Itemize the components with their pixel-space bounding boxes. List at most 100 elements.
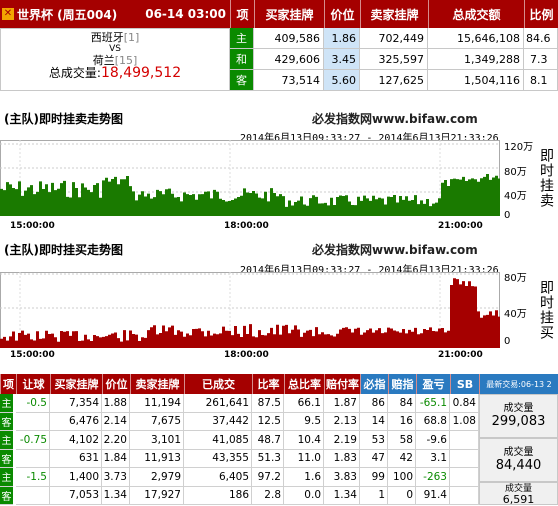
row-side-label: 主 [0,468,13,487]
cell-payout: 1.87 [324,394,360,413]
row-side-label: 客 [0,412,13,431]
row-home-sell: 702,449 [360,28,428,49]
chart2-xtick: 18:00:00 [224,350,269,360]
bt-header-done: 已成交 [184,374,252,394]
col-header-item: 项 [230,0,254,28]
cell-pl: 68.8 [416,412,450,431]
row-away-buy: 73,514 [254,70,324,91]
cell-bz: 14 [360,412,388,431]
chart1-xtick: 21:00:00 [438,221,483,231]
cell-buy: 7,354 [50,394,102,413]
cell-handicap: -1.5 [16,468,50,487]
bt-header-handicap: 让球 [16,374,50,394]
cell-pz: 42 [388,449,416,468]
cell-rate: 2.8 [252,486,284,505]
bt-header-pl: 盈亏 [416,374,450,394]
cell-buy: 6,476 [50,412,102,431]
league-label: 世界杯 (周五004) [17,7,118,22]
cell-buy: 4,102 [50,431,102,450]
chart1-ytick: 80万 [504,167,527,178]
cell-total-rate: 10.4 [284,431,324,450]
cell-pl: 3.1 [416,449,450,468]
cell-sell: 7,675 [130,412,184,431]
row-draw-sell: 325,597 [360,49,428,70]
chart2-plot [0,272,500,348]
total-value: 18,499,512 [100,65,182,81]
cell-payout: 1.34 [324,486,360,505]
cell-total-rate: 0.0 [284,486,324,505]
cell-bz: 53 [360,431,388,450]
row-away-price: 5.60 [324,70,360,91]
bt-header-payout: 赔付率 [324,374,360,394]
row-side-label: 客 [0,449,13,468]
row-home-ratio: 84.6 [524,28,558,49]
row-side-label: 主 [0,431,13,450]
row-label-home: 主 [230,28,254,49]
home-rank: [1] [123,31,140,44]
row-draw-buy: 429,606 [254,49,324,70]
cell-handicap: -0.75 [16,431,50,450]
cell-bz: 47 [360,449,388,468]
cell-total-rate: 11.0 [284,449,324,468]
cell-price: 1.88 [102,394,130,413]
cell-price: 3.73 [102,468,130,487]
close-icon[interactable]: ✕ [2,8,14,20]
bt-header-total-rate: 总比率 [284,374,324,394]
cell-total-rate: 1.6 [284,468,324,487]
cell-sell: 17,927 [130,486,184,505]
cell-rate: 97.2 [252,468,284,487]
col-header-sell: 卖家挂牌 [360,0,428,28]
cell-pz: 0 [388,486,416,505]
cell-total-rate: 9.5 [284,412,324,431]
cell-sell: 2,979 [130,468,184,487]
volume-box: 成交量 299,083 [479,394,558,438]
row-draw-total: 1,349,288 [428,49,524,70]
cell-pl: -9.6 [416,431,450,450]
cell-sell: 11,194 [130,394,184,413]
bt-header-item: 项 [0,374,16,394]
cell-buy: 1,400 [50,468,102,487]
cell-handicap [16,449,50,468]
chart2-brand: 必发指数网www.bifaw.com [312,243,478,257]
cell-price: 1.34 [102,486,130,505]
col-header-buy: 买家挂牌 [254,0,324,28]
chart1-plot [0,140,500,216]
cell-rate: 12.5 [252,412,284,431]
cell-pz: 58 [388,431,416,450]
bt-header-price: 价位 [102,374,130,394]
cell-pz: 100 [388,468,416,487]
match-time: 06-14 03:00 [145,7,226,21]
row-away-sell: 127,625 [360,70,428,91]
bt-header-sell: 卖家挂牌 [130,374,184,394]
row-home-price: 1.86 [324,28,360,49]
chart1-title: (主队)即时挂卖走势图 [4,112,123,126]
row-away-ratio: 8.1 [524,70,558,91]
volume-box: 成交量 6,591 [479,482,558,506]
home-team: 西班牙 [90,31,124,44]
chart2-ytick: 0 [504,336,511,347]
cell-buy: 631 [50,449,102,468]
cell-sb: 0.84 [450,394,479,413]
cell-payout: 1.83 [324,449,360,468]
cell-pz: 16 [388,412,416,431]
chart2-xtick: 15:00:00 [10,350,55,360]
col-header-ratio: 比例 [524,0,558,28]
chart2-side-title: 即时挂买 [538,280,554,340]
chart1-ytick: 0 [504,210,511,221]
row-draw-ratio: 7.3 [524,49,558,70]
chart2-ytick: 40万 [504,309,527,320]
cell-handicap [16,486,50,505]
volume-value: 6,591 [502,493,535,506]
bt-header-latest: 最新交易:06-13 2 [479,374,558,394]
col-header-total: 总成交额 [428,0,524,28]
cell-handicap: -0.5 [16,394,50,413]
cell-payout: 3.83 [324,468,360,487]
cell-handicap [16,412,50,431]
chart1-side-title: 即时挂卖 [538,148,554,208]
cell-payout: 2.19 [324,431,360,450]
row-home-buy: 409,586 [254,28,324,49]
col-header-price: 价位 [324,0,360,28]
chart1-xtick: 18:00:00 [224,221,269,231]
row-home-total: 15,646,108 [428,28,524,49]
cell-buy: 7,053 [50,486,102,505]
